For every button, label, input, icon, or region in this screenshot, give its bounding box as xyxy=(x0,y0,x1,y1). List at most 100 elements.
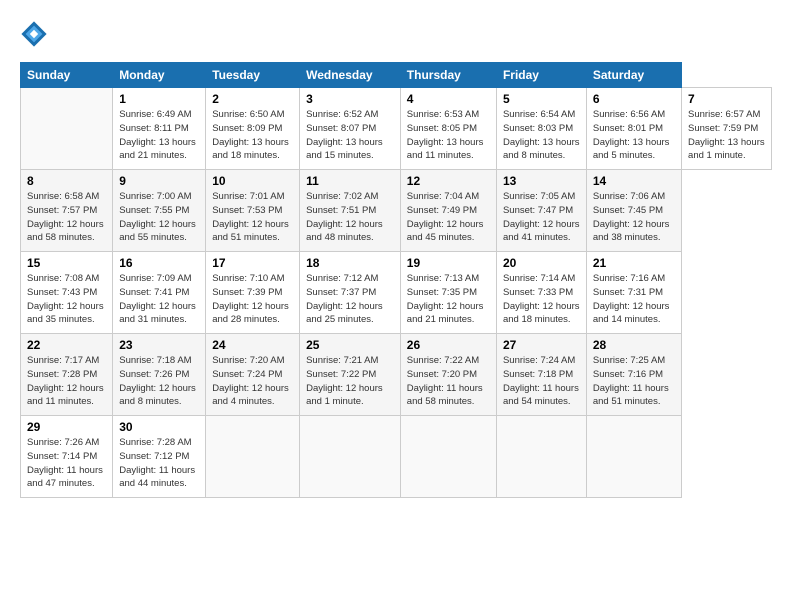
cal-cell: 4 Sunrise: 6:53 AMSunset: 8:05 PMDayligh… xyxy=(400,88,496,170)
day-header-wednesday: Wednesday xyxy=(300,63,401,88)
day-number: 5 xyxy=(503,92,580,106)
cell-info: Sunrise: 7:06 AMSunset: 7:45 PMDaylight:… xyxy=(593,191,670,243)
header xyxy=(20,20,772,48)
day-number: 4 xyxy=(407,92,490,106)
cell-info: Sunrise: 7:26 AMSunset: 7:14 PMDaylight:… xyxy=(27,437,103,489)
cell-info: Sunrise: 7:12 AMSunset: 7:37 PMDaylight:… xyxy=(306,273,383,325)
day-header-friday: Friday xyxy=(496,63,586,88)
cell-info: Sunrise: 6:53 AMSunset: 8:05 PMDaylight:… xyxy=(407,109,484,161)
cell-info: Sunrise: 6:52 AMSunset: 8:07 PMDaylight:… xyxy=(306,109,383,161)
logo-icon xyxy=(20,20,48,48)
cal-cell xyxy=(206,416,300,498)
cal-cell: 27 Sunrise: 7:24 AMSunset: 7:18 PMDaylig… xyxy=(496,334,586,416)
day-number: 16 xyxy=(119,256,199,270)
day-header-saturday: Saturday xyxy=(586,63,681,88)
cal-cell: 7 Sunrise: 6:57 AMSunset: 7:59 PMDayligh… xyxy=(682,88,772,170)
cell-info: Sunrise: 6:57 AMSunset: 7:59 PMDaylight:… xyxy=(688,109,765,161)
header-row: SundayMondayTuesdayWednesdayThursdayFrid… xyxy=(21,63,772,88)
day-number: 11 xyxy=(306,174,394,188)
cal-cell: 12 Sunrise: 7:04 AMSunset: 7:49 PMDaylig… xyxy=(400,170,496,252)
day-number: 23 xyxy=(119,338,199,352)
cal-cell: 2 Sunrise: 6:50 AMSunset: 8:09 PMDayligh… xyxy=(206,88,300,170)
cell-info: Sunrise: 7:16 AMSunset: 7:31 PMDaylight:… xyxy=(593,273,670,325)
cell-info: Sunrise: 7:04 AMSunset: 7:49 PMDaylight:… xyxy=(407,191,484,243)
calendar-table: SundayMondayTuesdayWednesdayThursdayFrid… xyxy=(20,62,772,498)
day-header-monday: Monday xyxy=(113,63,206,88)
day-number: 19 xyxy=(407,256,490,270)
cal-cell xyxy=(496,416,586,498)
cal-cell: 15 Sunrise: 7:08 AMSunset: 7:43 PMDaylig… xyxy=(21,252,113,334)
cell-info: Sunrise: 6:54 AMSunset: 8:03 PMDaylight:… xyxy=(503,109,580,161)
day-number: 15 xyxy=(27,256,106,270)
cal-cell xyxy=(586,416,681,498)
cell-info: Sunrise: 7:13 AMSunset: 7:35 PMDaylight:… xyxy=(407,273,484,325)
day-number: 9 xyxy=(119,174,199,188)
cell-info: Sunrise: 7:09 AMSunset: 7:41 PMDaylight:… xyxy=(119,273,196,325)
cal-cell: 28 Sunrise: 7:25 AMSunset: 7:16 PMDaylig… xyxy=(586,334,681,416)
cell-info: Sunrise: 7:05 AMSunset: 7:47 PMDaylight:… xyxy=(503,191,580,243)
cal-cell: 23 Sunrise: 7:18 AMSunset: 7:26 PMDaylig… xyxy=(113,334,206,416)
day-number: 20 xyxy=(503,256,580,270)
cal-cell: 19 Sunrise: 7:13 AMSunset: 7:35 PMDaylig… xyxy=(400,252,496,334)
cell-info: Sunrise: 7:08 AMSunset: 7:43 PMDaylight:… xyxy=(27,273,104,325)
day-number: 25 xyxy=(306,338,394,352)
cal-cell: 16 Sunrise: 7:09 AMSunset: 7:41 PMDaylig… xyxy=(113,252,206,334)
day-number: 3 xyxy=(306,92,394,106)
cal-cell: 22 Sunrise: 7:17 AMSunset: 7:28 PMDaylig… xyxy=(21,334,113,416)
page: SundayMondayTuesdayWednesdayThursdayFrid… xyxy=(0,0,792,508)
cal-cell: 20 Sunrise: 7:14 AMSunset: 7:33 PMDaylig… xyxy=(496,252,586,334)
cell-info: Sunrise: 7:28 AMSunset: 7:12 PMDaylight:… xyxy=(119,437,195,489)
cal-cell: 6 Sunrise: 6:56 AMSunset: 8:01 PMDayligh… xyxy=(586,88,681,170)
day-number: 18 xyxy=(306,256,394,270)
cal-cell: 14 Sunrise: 7:06 AMSunset: 7:45 PMDaylig… xyxy=(586,170,681,252)
cal-cell xyxy=(400,416,496,498)
cal-cell: 24 Sunrise: 7:20 AMSunset: 7:24 PMDaylig… xyxy=(206,334,300,416)
week-row-1: 1 Sunrise: 6:49 AMSunset: 8:11 PMDayligh… xyxy=(21,88,772,170)
cell-info: Sunrise: 7:20 AMSunset: 7:24 PMDaylight:… xyxy=(212,355,289,407)
day-number: 24 xyxy=(212,338,293,352)
cell-info: Sunrise: 6:58 AMSunset: 7:57 PMDaylight:… xyxy=(27,191,104,243)
cell-info: Sunrise: 7:00 AMSunset: 7:55 PMDaylight:… xyxy=(119,191,196,243)
cell-info: Sunrise: 7:21 AMSunset: 7:22 PMDaylight:… xyxy=(306,355,383,407)
cal-cell: 17 Sunrise: 7:10 AMSunset: 7:39 PMDaylig… xyxy=(206,252,300,334)
day-number: 27 xyxy=(503,338,580,352)
cell-info: Sunrise: 7:22 AMSunset: 7:20 PMDaylight:… xyxy=(407,355,483,407)
week-row-5: 29 Sunrise: 7:26 AMSunset: 7:14 PMDaylig… xyxy=(21,416,772,498)
day-number: 1 xyxy=(119,92,199,106)
cal-cell: 13 Sunrise: 7:05 AMSunset: 7:47 PMDaylig… xyxy=(496,170,586,252)
day-number: 28 xyxy=(593,338,675,352)
cal-cell: 26 Sunrise: 7:22 AMSunset: 7:20 PMDaylig… xyxy=(400,334,496,416)
cal-cell: 25 Sunrise: 7:21 AMSunset: 7:22 PMDaylig… xyxy=(300,334,401,416)
cell-info: Sunrise: 6:56 AMSunset: 8:01 PMDaylight:… xyxy=(593,109,670,161)
cell-info: Sunrise: 7:18 AMSunset: 7:26 PMDaylight:… xyxy=(119,355,196,407)
cell-info: Sunrise: 7:02 AMSunset: 7:51 PMDaylight:… xyxy=(306,191,383,243)
cal-cell: 8 Sunrise: 6:58 AMSunset: 7:57 PMDayligh… xyxy=(21,170,113,252)
cell-info: Sunrise: 6:49 AMSunset: 8:11 PMDaylight:… xyxy=(119,109,196,161)
cal-cell xyxy=(300,416,401,498)
day-number: 10 xyxy=(212,174,293,188)
cell-info: Sunrise: 7:24 AMSunset: 7:18 PMDaylight:… xyxy=(503,355,579,407)
cal-cell: 18 Sunrise: 7:12 AMSunset: 7:37 PMDaylig… xyxy=(300,252,401,334)
cal-cell: 10 Sunrise: 7:01 AMSunset: 7:53 PMDaylig… xyxy=(206,170,300,252)
cal-cell: 21 Sunrise: 7:16 AMSunset: 7:31 PMDaylig… xyxy=(586,252,681,334)
day-number: 6 xyxy=(593,92,675,106)
day-number: 13 xyxy=(503,174,580,188)
logo xyxy=(20,20,51,48)
day-header-sunday: Sunday xyxy=(21,63,113,88)
cal-cell: 30 Sunrise: 7:28 AMSunset: 7:12 PMDaylig… xyxy=(113,416,206,498)
day-number: 2 xyxy=(212,92,293,106)
day-number: 17 xyxy=(212,256,293,270)
cal-cell xyxy=(21,88,113,170)
day-number: 8 xyxy=(27,174,106,188)
cell-info: Sunrise: 7:01 AMSunset: 7:53 PMDaylight:… xyxy=(212,191,289,243)
day-number: 14 xyxy=(593,174,675,188)
day-header-tuesday: Tuesday xyxy=(206,63,300,88)
day-number: 29 xyxy=(27,420,106,434)
cell-info: Sunrise: 7:14 AMSunset: 7:33 PMDaylight:… xyxy=(503,273,580,325)
cal-cell: 9 Sunrise: 7:00 AMSunset: 7:55 PMDayligh… xyxy=(113,170,206,252)
cell-info: Sunrise: 7:10 AMSunset: 7:39 PMDaylight:… xyxy=(212,273,289,325)
week-row-3: 15 Sunrise: 7:08 AMSunset: 7:43 PMDaylig… xyxy=(21,252,772,334)
cal-cell: 1 Sunrise: 6:49 AMSunset: 8:11 PMDayligh… xyxy=(113,88,206,170)
cal-cell: 3 Sunrise: 6:52 AMSunset: 8:07 PMDayligh… xyxy=(300,88,401,170)
week-row-2: 8 Sunrise: 6:58 AMSunset: 7:57 PMDayligh… xyxy=(21,170,772,252)
